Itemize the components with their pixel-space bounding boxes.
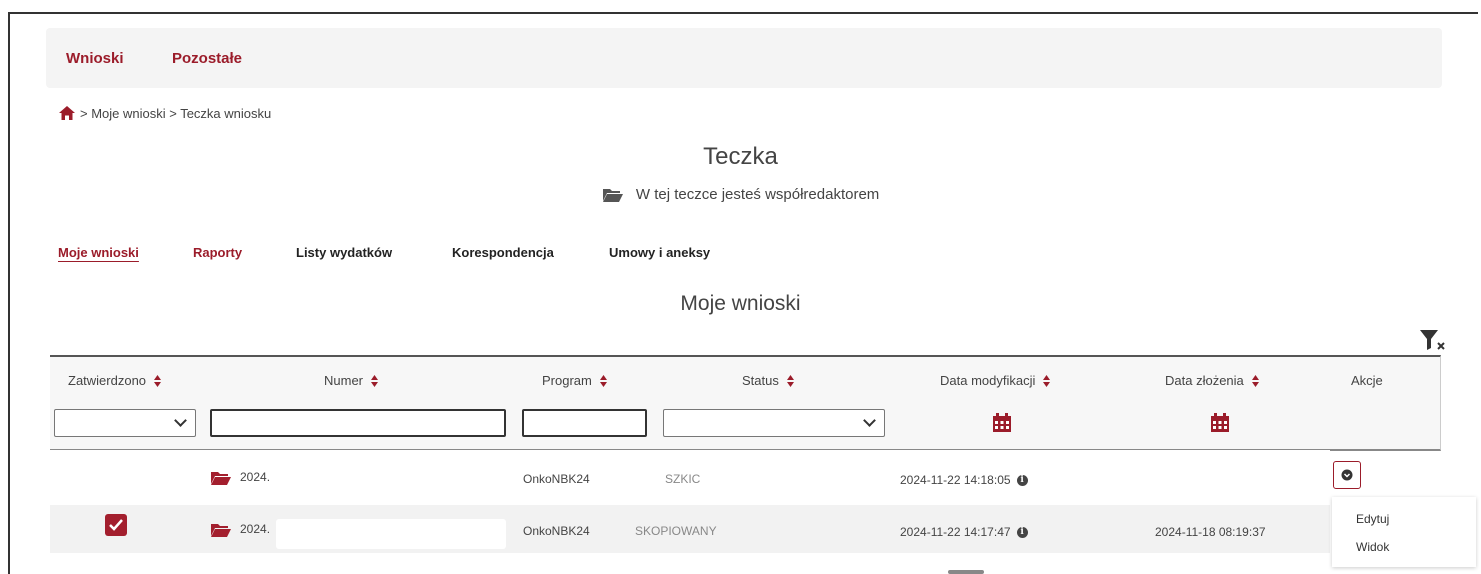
row-program: OnkoNBK24 <box>523 472 590 486</box>
info-icon[interactable]: i <box>1016 527 1028 539</box>
sort-icon[interactable] <box>599 374 607 387</box>
approved-checkbox[interactable] <box>105 514 127 536</box>
page-subtitle: W tej teczce jesteś współredaktorem <box>0 186 1481 203</box>
actions-menu: Edytuj Widok <box>1332 497 1476 567</box>
chevron-down-circle-icon <box>1341 469 1353 481</box>
tab-umowy-i-aneksy[interactable]: Umowy i aneksy <box>609 245 710 260</box>
col-header-data-zlozenia[interactable]: Data złożenia <box>1165 373 1259 388</box>
calendar-icon[interactable] <box>992 413 1012 433</box>
subtitle-text: W tej teczce jesteś współredaktorem <box>635 186 880 203</box>
folder-open-icon <box>211 524 231 537</box>
table-header: Zatwierdzono Numer Program Status Data m… <box>50 355 1441 451</box>
breadcrumb-text[interactable]: > Moje wnioski > Teczka wniosku <box>80 106 271 121</box>
filter-numer-input[interactable] <box>210 409 506 437</box>
nav-item-pozostale[interactable]: Pozostałe <box>172 50 242 67</box>
row-data-zlozenia: 2024-11-18 08:19:37 <box>1155 525 1266 539</box>
top-nav: Wnioski Pozostałe <box>46 28 1442 88</box>
breadcrumb: > Moje wnioski > Teczka wniosku <box>58 105 271 121</box>
row-numer[interactable]: 2024. <box>210 522 270 538</box>
nav-item-wnioski[interactable]: Wnioski <box>66 50 124 67</box>
tab-korespondencja[interactable]: Korespondencja <box>452 245 554 260</box>
col-header-program[interactable]: Program <box>542 373 607 388</box>
filter-program-input[interactable] <box>522 409 647 437</box>
status-badge: SKOPIOWANY <box>635 524 717 538</box>
tab-moje-wnioski[interactable]: Moje wnioski <box>58 245 139 260</box>
col-header-status[interactable]: Status <box>742 373 794 388</box>
col-header-numer[interactable]: Numer <box>324 373 379 388</box>
row-data-modyfikacji: 2024-11-22 14:17:47 i <box>900 525 1028 539</box>
section-title: Moje wnioski <box>680 292 801 315</box>
filter-status-select[interactable] <box>663 409 885 437</box>
filter-zatwierdzono-select[interactable] <box>54 409 196 437</box>
tab-listy-wydatkow[interactable]: Listy wydatków <box>296 245 392 260</box>
filter-clear-icon[interactable] <box>1418 328 1448 352</box>
home-icon[interactable] <box>58 105 76 121</box>
check-icon <box>109 519 123 531</box>
info-icon[interactable]: i <box>1016 475 1028 487</box>
col-header-akcje: Akcje <box>1351 373 1383 388</box>
row-program: OnkoNBK24 <box>523 524 590 538</box>
sort-icon[interactable] <box>154 374 162 387</box>
actions-dropdown-button[interactable] <box>1333 461 1361 489</box>
sort-icon[interactable] <box>786 374 794 387</box>
sort-icon[interactable] <box>1251 374 1259 387</box>
scrollbar[interactable] <box>948 570 984 574</box>
sort-icon[interactable] <box>1043 374 1051 387</box>
col-header-zatwierdzono[interactable]: Zatwierdzono <box>68 373 162 388</box>
menu-item-edytuj[interactable]: Edytuj <box>1356 512 1389 526</box>
menu-item-widok[interactable]: Widok <box>1356 540 1389 554</box>
tab-raporty[interactable]: Raporty <box>193 245 242 260</box>
status-badge: SZKIC <box>665 472 701 486</box>
folder-open-icon <box>211 472 231 485</box>
calendar-icon[interactable] <box>1210 413 1230 433</box>
col-header-data-modyfikacji[interactable]: Data modyfikacji <box>940 373 1051 388</box>
page-title: Teczka <box>703 143 778 170</box>
sort-icon[interactable] <box>371 374 379 387</box>
row-numer[interactable]: 2024. <box>210 470 270 486</box>
folder-open-icon <box>602 189 623 203</box>
row-data-modyfikacji: 2024-11-22 14:18:05 i <box>900 473 1028 487</box>
redacted-area <box>276 519 506 549</box>
